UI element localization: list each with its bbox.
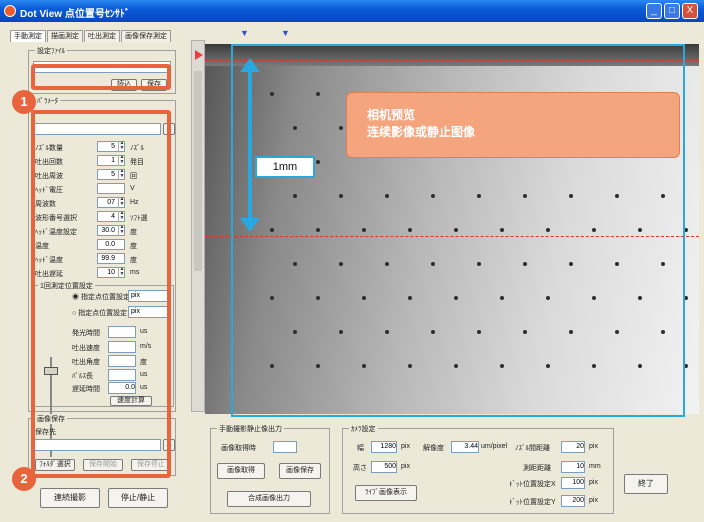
setting-file-label: 設定ﾌｧｲﾙ	[35, 46, 67, 56]
marker-icon[interactable]: ▼	[240, 28, 249, 38]
dot-y-unit: pix	[589, 497, 598, 504]
dot-y-label: ﾄﾞｯﾄ位置設定Y	[509, 499, 556, 506]
app-icon	[4, 5, 16, 17]
capture-image-button[interactable]: 画像取得	[217, 463, 265, 479]
marker-icon[interactable]: ▼	[281, 28, 290, 38]
resolution-unit: um/pixel	[481, 443, 508, 450]
exit-button[interactable]: 終了	[624, 474, 668, 494]
preview-callout: 相机预览 连续影像或静止图像	[346, 92, 680, 158]
nozzle-distance-label: ﾉｽﾞﾙ間距離	[515, 445, 550, 452]
badge-1: 1	[12, 90, 36, 114]
height-label: 高さ	[353, 465, 367, 472]
camera-settings-label: ｶﾒﾗ設定	[349, 424, 378, 434]
camera-settings-group: ｶﾒﾗ設定 幅 1280 pix 解像度 3.44 um/pixel ﾉｽﾞﾙ間…	[342, 424, 614, 514]
badge-2: 2	[12, 467, 36, 491]
image-time-field	[273, 441, 297, 453]
callout-line-1: 相机预览	[367, 108, 416, 122]
stop-still-button[interactable]: 停止/静止	[108, 488, 168, 508]
height-field[interactable]: 500	[371, 461, 397, 473]
scale-label: 1mm	[255, 156, 315, 178]
image-time-label: 画像取得時	[221, 445, 256, 452]
dot-x-unit: pix	[589, 479, 598, 486]
title-bar: Dot View 点位置号ｾﾝｻﾄﾞ _ □ X	[0, 0, 704, 22]
scale-arrow	[248, 70, 252, 220]
height-unit: pix	[401, 463, 410, 470]
highlight-box-2	[31, 110, 171, 478]
measure-distance-field[interactable]: 10	[561, 461, 585, 473]
callout-line-2: 连续影像或静止图像	[367, 125, 476, 139]
resolution-label: 解像度	[423, 445, 444, 452]
tab-eject[interactable]: 吐出測定	[84, 30, 120, 42]
parameter-label: ﾊﾟﾗﾒｰﾀ	[35, 96, 60, 106]
tab-manual[interactable]: 手動測定	[10, 30, 46, 42]
arrow-up-icon	[240, 58, 260, 72]
width-unit: pix	[401, 443, 410, 450]
dot-x-label: ﾄﾞｯﾄ位置設定X	[509, 481, 556, 488]
nozzle-distance-field[interactable]: 20	[561, 441, 585, 453]
maximize-button[interactable]: □	[664, 3, 680, 19]
continuous-capture-button[interactable]: 連続撮影	[40, 488, 100, 508]
vertical-scrollbar[interactable]	[191, 40, 205, 412]
close-button[interactable]: X	[682, 3, 698, 19]
output-composite-button[interactable]: 合成画像出力	[227, 491, 311, 507]
manual-capture-group: 手動撮影静止像出力 画像取得時 画像取得 画像保存 合成画像出力	[210, 424, 330, 514]
tab-image-save[interactable]: 画像保存測定	[121, 30, 171, 42]
arrow-down-icon	[240, 218, 260, 232]
measure-distance-unit: mm	[589, 463, 601, 470]
nozzle-distance-unit: pix	[589, 443, 598, 450]
manual-capture-label: 手動撮影静止像出力	[217, 424, 284, 434]
scroll-thumb[interactable]	[194, 71, 202, 271]
mode-tabs: 手動測定 描画測定 吐出測定 画像保存測定	[10, 30, 172, 42]
highlight-box-1	[31, 64, 171, 90]
minimize-button[interactable]: _	[646, 3, 662, 19]
save-image-button[interactable]: 画像保存	[279, 463, 321, 479]
resolution-field[interactable]: 3.44	[451, 441, 479, 453]
live-image-button[interactable]: ﾗｲﾌﾞ画像表示	[355, 485, 417, 501]
measure-distance-label: 測距距離	[523, 465, 551, 472]
tab-draw[interactable]: 描画測定	[47, 30, 83, 42]
red-triangle-marker	[195, 50, 203, 60]
dot-y-field[interactable]: 200	[561, 495, 585, 507]
width-label: 幅	[357, 445, 364, 452]
width-field[interactable]: 1280	[371, 441, 397, 453]
dot-x-field[interactable]: 100	[561, 477, 585, 489]
window-title: Dot View 点位置号ｾﾝｻﾄﾞ	[20, 9, 130, 20]
